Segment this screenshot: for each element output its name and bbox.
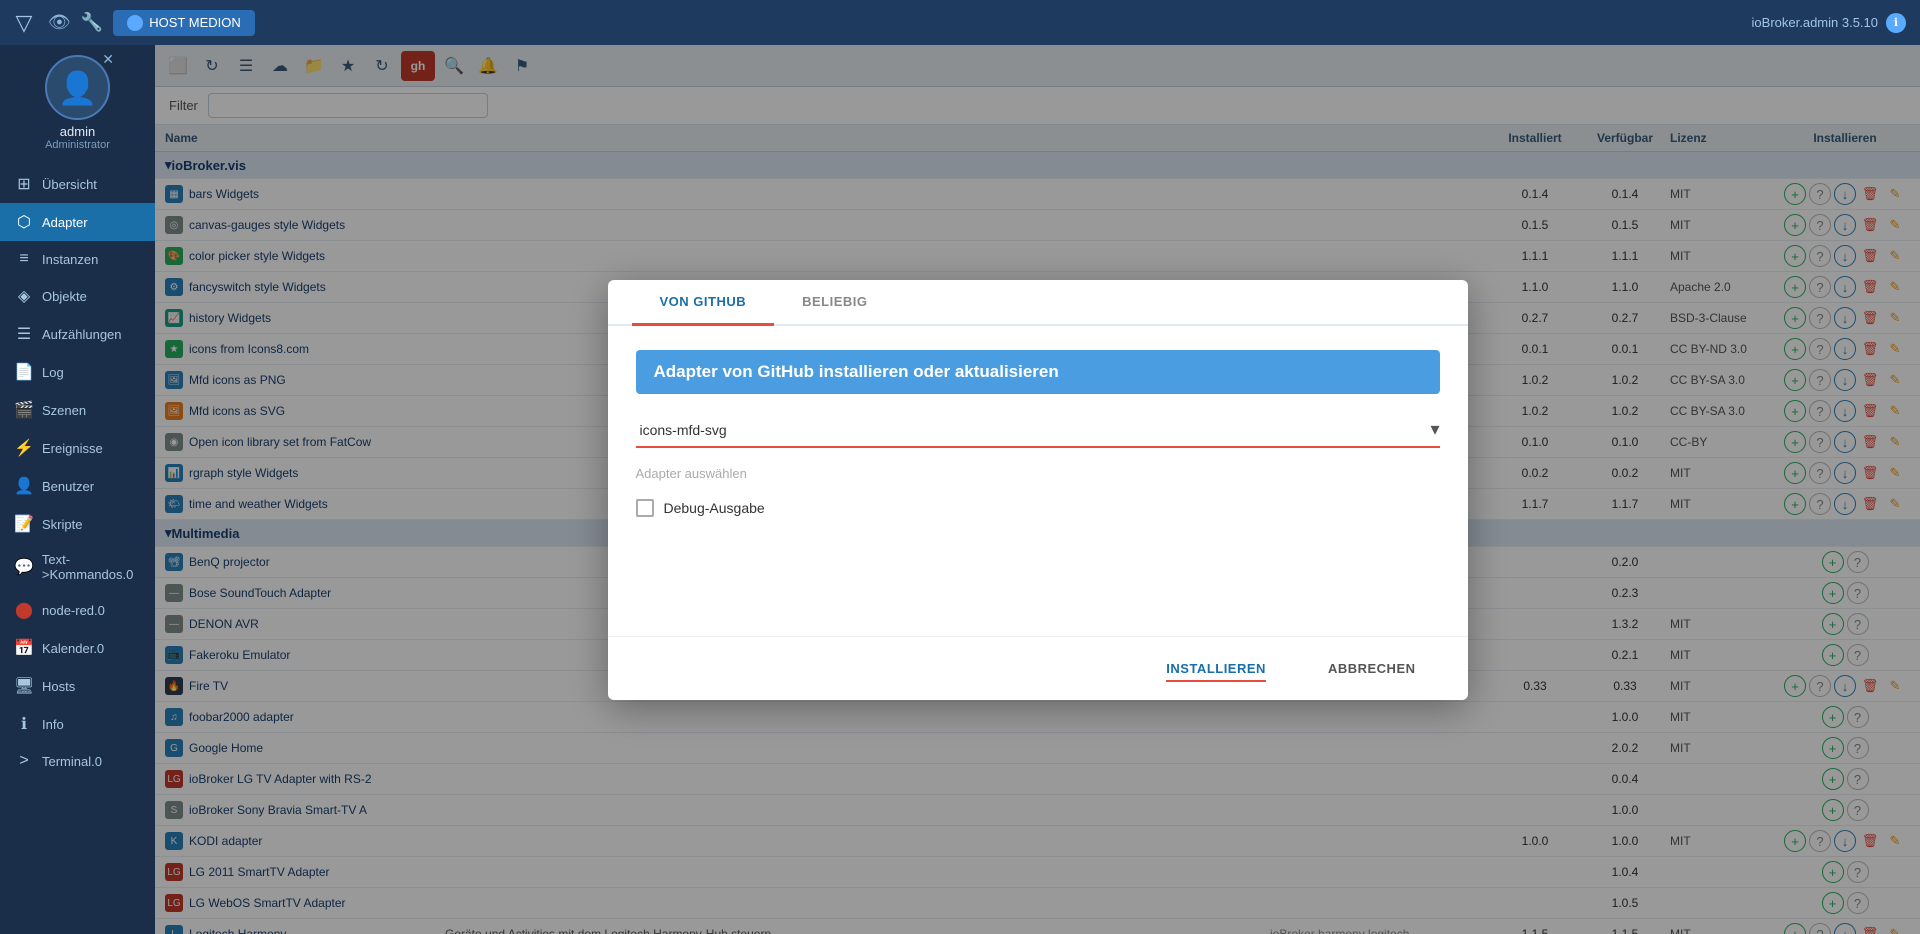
main-layout: ✕ 👤 admin Administrator ⊞ Übersicht ⬡ Ad… bbox=[0, 45, 1920, 934]
skripte-icon: 📝 bbox=[14, 514, 34, 534]
modal-checkbox-row: Debug-Ausgabe bbox=[636, 499, 1440, 517]
modal-dropdown-row: icons-mfd-svg ▾ bbox=[636, 414, 1440, 448]
modal-tab-github[interactable]: VON GITHUB bbox=[632, 280, 775, 326]
aufzaehlungen-icon: ☰ bbox=[14, 324, 34, 344]
modal-footer: INSTALLIEREN ABBRECHEN bbox=[608, 636, 1468, 700]
modal-hint: Adapter auswählen bbox=[636, 466, 1440, 481]
host-label: HOST MEDION bbox=[149, 15, 241, 30]
debug-label: Debug-Ausgabe bbox=[664, 500, 765, 516]
sidebar-label-uebersicht: Übersicht bbox=[42, 177, 97, 192]
objekte-icon: ◈ bbox=[14, 286, 34, 306]
sidebar-label-kalender: Kalender.0 bbox=[42, 641, 104, 656]
user-info-text: ioBroker.admin 3.5.10 bbox=[1752, 15, 1878, 30]
sidebar-item-objekte[interactable]: ◈ Objekte bbox=[0, 277, 155, 315]
sidebar-item-log[interactable]: 📄 Log bbox=[0, 353, 155, 391]
sidebar-label-terminal: Terminal.0 bbox=[42, 754, 102, 769]
top-bar-left: ▽ 👁 🔧 HOST MEDION bbox=[10, 9, 255, 37]
terminal-icon: > bbox=[14, 752, 34, 770]
sidebar-item-ereignisse[interactable]: ⚡ Ereignisse bbox=[0, 429, 155, 467]
adapter-icon: ⬡ bbox=[14, 212, 34, 232]
debug-checkbox[interactable] bbox=[636, 499, 654, 517]
benutzer-icon: 👤 bbox=[14, 476, 34, 496]
sidebar-item-node-red[interactable]: ⬤ node-red.0 bbox=[0, 591, 155, 629]
instanzen-icon: ≡ bbox=[14, 250, 34, 268]
overview-icon: ⊞ bbox=[14, 174, 34, 194]
app-logo: ▽ bbox=[10, 9, 38, 37]
host-status-icon bbox=[127, 15, 143, 31]
sidebar-label-objekte: Objekte bbox=[42, 289, 87, 304]
avatar: 👤 bbox=[45, 55, 110, 120]
sidebar-label-ereignisse: Ereignisse bbox=[42, 441, 103, 456]
sidebar-nav: ⊞ Übersicht ⬡ Adapter ≡ Instanzen ◈ Obje… bbox=[0, 165, 155, 779]
sidebar-item-hosts[interactable]: 🖥 Hosts bbox=[0, 667, 155, 705]
eye-icon[interactable]: 👁 bbox=[48, 12, 71, 33]
user-status-icon: ℹ bbox=[1886, 13, 1906, 33]
sidebar-item-aufzaehlungen[interactable]: ☰ Aufzählungen bbox=[0, 315, 155, 353]
sidebar-label-log: Log bbox=[42, 365, 64, 380]
sidebar-item-kalender[interactable]: 📅 Kalender.0 bbox=[0, 629, 155, 667]
sidebar-label-instanzen: Instanzen bbox=[42, 252, 98, 267]
sidebar: ✕ 👤 admin Administrator ⊞ Übersicht ⬡ Ad… bbox=[0, 45, 155, 934]
sidebar-label-info: Info bbox=[42, 717, 64, 732]
top-bar-right: ioBroker.admin 3.5.10 ℹ bbox=[1752, 13, 1906, 33]
modal-tab-popular[interactable]: BELIEBIG bbox=[774, 280, 895, 326]
text-kommandos-icon: 💬 bbox=[14, 557, 34, 577]
content-area: ⬜ ↻ ☰ ☁ 📁 ★ ↻ gh 🔍 🔔 ⚑ Filter Name Insta… bbox=[155, 45, 1920, 934]
modal-body: Adapter von GitHub installieren oder akt… bbox=[608, 326, 1468, 636]
sidebar-label-aufzaehlungen: Aufzählungen bbox=[42, 327, 122, 342]
sidebar-label-szenen: Szenen bbox=[42, 403, 86, 418]
modal-overlay: VON GITHUB BELIEBIG Adapter von GitHub i… bbox=[155, 45, 1920, 934]
sidebar-item-instanzen[interactable]: ≡ Instanzen bbox=[0, 241, 155, 277]
sidebar-label-hosts: Hosts bbox=[42, 679, 75, 694]
user-name: admin bbox=[60, 124, 95, 139]
sidebar-item-adapter[interactable]: ⬡ Adapter bbox=[0, 203, 155, 241]
sidebar-label-text-kommandos: Text->Kommandos.0 bbox=[42, 552, 141, 582]
sidebar-item-uebersicht[interactable]: ⊞ Übersicht bbox=[0, 165, 155, 203]
user-role: Administrator bbox=[45, 139, 110, 151]
settings-icon[interactable]: 🔧 bbox=[81, 12, 103, 33]
szenen-icon: 🎬 bbox=[14, 400, 34, 420]
modal-adapter-select[interactable]: icons-mfd-svg bbox=[636, 414, 1431, 446]
node-red-icon: ⬤ bbox=[14, 600, 34, 620]
cancel-button[interactable]: ABBRECHEN bbox=[1304, 653, 1440, 684]
sidebar-label-adapter: Adapter bbox=[42, 215, 88, 230]
close-icon[interactable]: ✕ bbox=[102, 51, 114, 68]
avatar-area: ✕ 👤 admin Administrator bbox=[45, 55, 110, 151]
sidebar-item-skripte[interactable]: 📝 Skripte bbox=[0, 505, 155, 543]
kalender-icon: 📅 bbox=[14, 638, 34, 658]
host-badge[interactable]: HOST MEDION bbox=[113, 10, 255, 36]
modal-title: Adapter von GitHub installieren oder akt… bbox=[636, 350, 1440, 394]
modal-box: VON GITHUB BELIEBIG Adapter von GitHub i… bbox=[608, 280, 1468, 700]
sidebar-item-terminal[interactable]: > Terminal.0 bbox=[0, 743, 155, 779]
sidebar-label-node-red: node-red.0 bbox=[42, 603, 105, 618]
modal-tabs: VON GITHUB BELIEBIG bbox=[608, 280, 1468, 326]
sidebar-label-skripte: Skripte bbox=[42, 517, 82, 532]
ereignisse-icon: ⚡ bbox=[14, 438, 34, 458]
sidebar-item-text-kommandos[interactable]: 💬 Text->Kommandos.0 bbox=[0, 543, 155, 591]
info-icon: ℹ bbox=[14, 714, 34, 734]
sidebar-item-szenen[interactable]: 🎬 Szenen bbox=[0, 391, 155, 429]
sidebar-item-benutzer[interactable]: 👤 Benutzer bbox=[0, 467, 155, 505]
top-bar: ▽ 👁 🔧 HOST MEDION ioBroker.admin 3.5.10 … bbox=[0, 0, 1920, 45]
sidebar-label-benutzer: Benutzer bbox=[42, 479, 94, 494]
dropdown-arrow-icon: ▾ bbox=[1430, 419, 1439, 440]
sidebar-item-info[interactable]: ℹ Info bbox=[0, 705, 155, 743]
log-icon: 📄 bbox=[14, 362, 34, 382]
install-button[interactable]: INSTALLIEREN bbox=[1142, 653, 1290, 684]
hosts-icon: 🖥 bbox=[14, 676, 34, 696]
